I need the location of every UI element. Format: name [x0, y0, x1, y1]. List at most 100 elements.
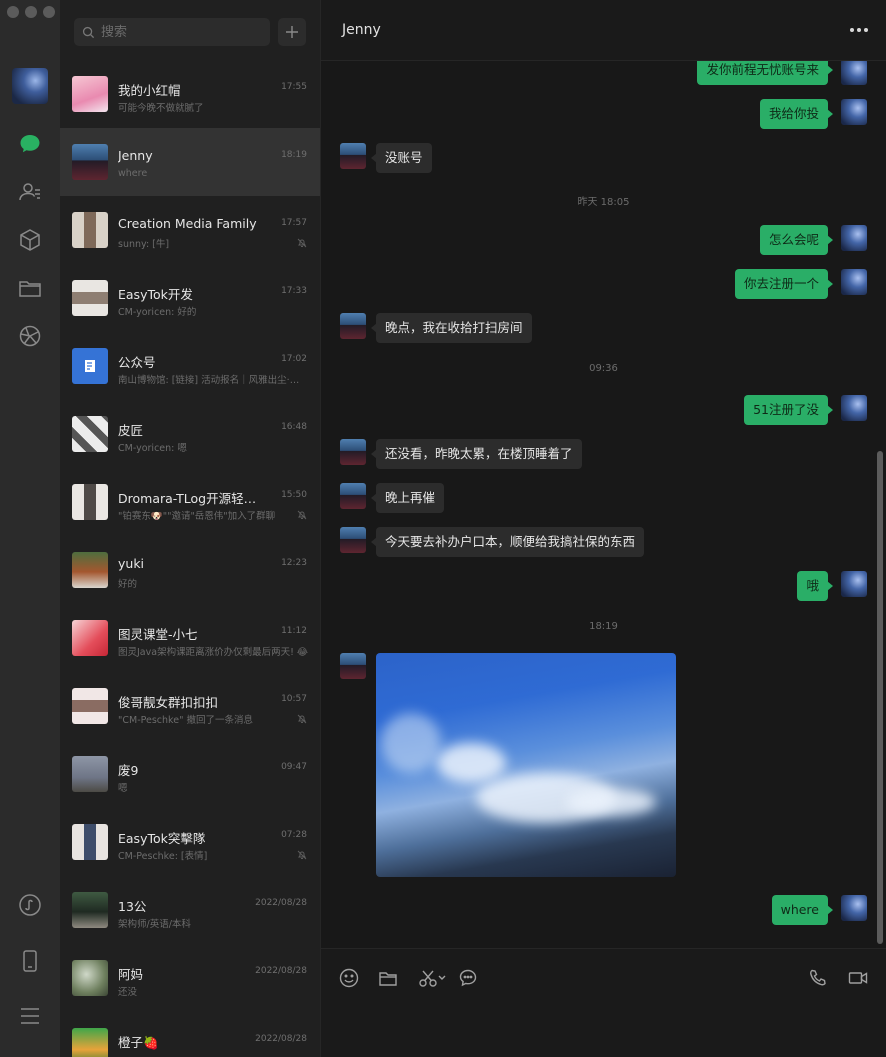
message-bubble-outgoing[interactable]: 51注册了没	[744, 395, 833, 425]
chat-panel: Jenny 发你前程无忧账号来 我给你投 没账号 昨天 18:05 怎么会呢 你…	[321, 0, 886, 1057]
conversation-preview: 架构师/英语/本科	[118, 919, 191, 930]
my-avatar[interactable]	[12, 68, 48, 104]
conversation-item[interactable]: 俊哥靓女群扣扣扣 10:57 "CM-Peschke" 撤回了一条消息	[60, 672, 320, 740]
message-bubble-outgoing[interactable]: 哦	[797, 571, 833, 601]
message-bubble-incoming[interactable]: 没账号	[371, 143, 432, 173]
video-call-icon[interactable]	[847, 967, 869, 989]
chat-scrollbar[interactable]	[877, 451, 883, 944]
my-avatar[interactable]	[841, 269, 867, 295]
group-avatar	[72, 688, 108, 724]
conversation-item[interactable]: 图灵课堂-小七 11:12 图灵Java架构课距离涨价办仅剩最后两天! 😂	[60, 604, 320, 672]
add-chat-button[interactable]	[278, 18, 306, 46]
conversation-item[interactable]: 13公 2022/08/28 架构师/英语/本科	[60, 876, 320, 944]
mini-program-icon[interactable]	[15, 890, 45, 920]
my-avatar[interactable]	[841, 61, 867, 85]
my-avatar[interactable]	[841, 99, 867, 125]
conversation-item[interactable]: EasyTok突擊隊 07:28 CM-Peschke: [表情]	[60, 808, 320, 876]
chat-history-icon[interactable]	[457, 967, 479, 989]
search-box[interactable]	[74, 18, 270, 46]
avatar	[72, 756, 108, 792]
photo-message-sky[interactable]	[376, 653, 676, 877]
conversation-name: EasyTok突擊隊	[118, 831, 206, 846]
conversation-time: 18:19	[281, 150, 307, 160]
conversation-item[interactable]: Creation Media Family 17:57 sunny: [牛]	[60, 196, 320, 264]
conversation-item[interactable]: 阿妈 2022/08/28 还没	[60, 944, 320, 1012]
contact-avatar[interactable]	[340, 653, 366, 679]
my-avatar[interactable]	[841, 571, 867, 597]
conversation-preview: "铂赛东🐶""邀请"岳恩伟"加入了群聊	[118, 511, 276, 522]
my-avatar[interactable]	[841, 225, 867, 251]
close-window-button[interactable]	[7, 6, 19, 18]
message-bubble-incoming[interactable]: 晚上再催	[370, 483, 445, 513]
message-list[interactable]: 发你前程无忧账号来 我给你投 没账号 昨天 18:05 怎么会呢 你去注册一个 …	[321, 61, 886, 947]
conversation-name: 13公	[118, 899, 147, 914]
conversation-time: 17:02	[281, 354, 307, 364]
conversation-item[interactable]: yuki 12:23 好的	[60, 536, 320, 604]
conversation-name: yuki	[118, 556, 145, 571]
conversation-item[interactable]: Dromara-TLog开源轻量级日... 15:50 "铂赛东🐶""邀请"岳恩…	[60, 468, 320, 536]
avatar	[72, 144, 108, 180]
my-avatar[interactable]	[841, 395, 867, 421]
message-bubble-incoming[interactable]: 还没看，昨晚太累，在楼顶睡着了	[371, 439, 582, 469]
folder-icon[interactable]	[377, 967, 399, 989]
conversation-name: Jenny	[118, 148, 153, 163]
contact-avatar[interactable]	[340, 143, 366, 169]
emoji-icon[interactable]	[338, 967, 360, 989]
conversation-item[interactable]: 皮匠 16:48 CM-yoricen: 嗯	[60, 400, 320, 468]
conversation-name: 我的小红帽	[118, 83, 181, 98]
message-bubble-outgoing[interactable]: 你去注册一个	[734, 269, 834, 299]
navigation-rail	[0, 0, 60, 1057]
conversation-preview: CM-yoricen: 好的	[118, 307, 197, 318]
conversation-preview: 还没	[118, 987, 138, 998]
conversation-name: 阿妈	[118, 967, 144, 982]
conversation-item[interactable]: 公众号 17:02 南山博物馆: [链接] 活动报名｜风雅出尘·云...	[60, 332, 320, 400]
chat-icon[interactable]	[15, 129, 45, 159]
conversation-item[interactable]: EasyTok开发 17:33 CM-yoricen: 好的	[60, 264, 320, 332]
conversation-preview: 嗯	[118, 783, 128, 794]
conversation-item[interactable]: 废9 09:47 嗯	[60, 740, 320, 808]
conversation-time: 15:50	[281, 490, 307, 500]
folder-icon[interactable]	[15, 273, 45, 303]
mute-bell-icon	[297, 850, 307, 860]
search-input[interactable]	[99, 23, 263, 41]
conversation-item[interactable]: 橙子🍓 2022/08/28	[60, 1012, 320, 1057]
conversation-time: 2022/08/28	[255, 966, 307, 976]
message-composer[interactable]	[321, 948, 886, 1057]
contact-avatar[interactable]	[340, 439, 366, 465]
menu-icon[interactable]	[15, 1001, 45, 1031]
favorites-cube-icon[interactable]	[15, 225, 45, 255]
contact-avatar[interactable]	[340, 483, 366, 509]
message-bubble-outgoing[interactable]: 我给你投	[759, 99, 834, 129]
timestamp: 18:19	[589, 621, 618, 632]
conversation-preview: 好的	[118, 579, 138, 590]
avatar	[72, 960, 108, 996]
message-bubble-incoming[interactable]: 晚点，我在收拾打扫房间	[371, 313, 532, 343]
conversation-preview: 南山博物馆: [链接] 活动报名｜风雅出尘·云...	[118, 375, 308, 386]
contact-avatar[interactable]	[340, 527, 366, 553]
group-avatar	[72, 212, 108, 248]
minimize-window-button[interactable]	[25, 6, 37, 18]
conversation-name: 橙子🍓	[118, 1035, 159, 1050]
moments-aperture-icon[interactable]	[15, 321, 45, 351]
group-avatar	[72, 824, 108, 860]
phone-icon[interactable]	[15, 946, 45, 976]
my-avatar[interactable]	[841, 895, 867, 921]
more-options-button[interactable]	[848, 20, 870, 40]
conversation-time: 11:12	[281, 626, 307, 636]
message-bubble-incoming[interactable]: 今天要去补办户口本，顺便给我搞社保的东西	[370, 527, 645, 557]
conversation-name: Creation Media Family	[118, 216, 257, 231]
conversation-item-active[interactable]: Jenny 18:19 where	[60, 128, 320, 196]
message-bubble-outgoing[interactable]: 怎么会呢	[759, 225, 834, 255]
contact-avatar[interactable]	[340, 313, 366, 339]
group-avatar	[72, 484, 108, 520]
scissors-icon[interactable]	[417, 967, 449, 989]
conversation-item[interactable]: 我的小红帽 17:55 可能今晚不做就腻了	[60, 60, 320, 128]
message-bubble-outgoing[interactable]: 发你前程无忧账号来	[697, 61, 833, 85]
conversation-preview: 图灵Java架构课距离涨价办仅剩最后两天! 😂	[118, 647, 308, 658]
contacts-icon[interactable]	[15, 177, 45, 207]
message-bubble-outgoing[interactable]: where	[771, 895, 834, 925]
voice-call-icon[interactable]	[807, 967, 829, 989]
conversation-time: 16:48	[281, 422, 307, 432]
maximize-window-button[interactable]	[43, 6, 55, 18]
chat-header: Jenny	[321, 0, 886, 61]
